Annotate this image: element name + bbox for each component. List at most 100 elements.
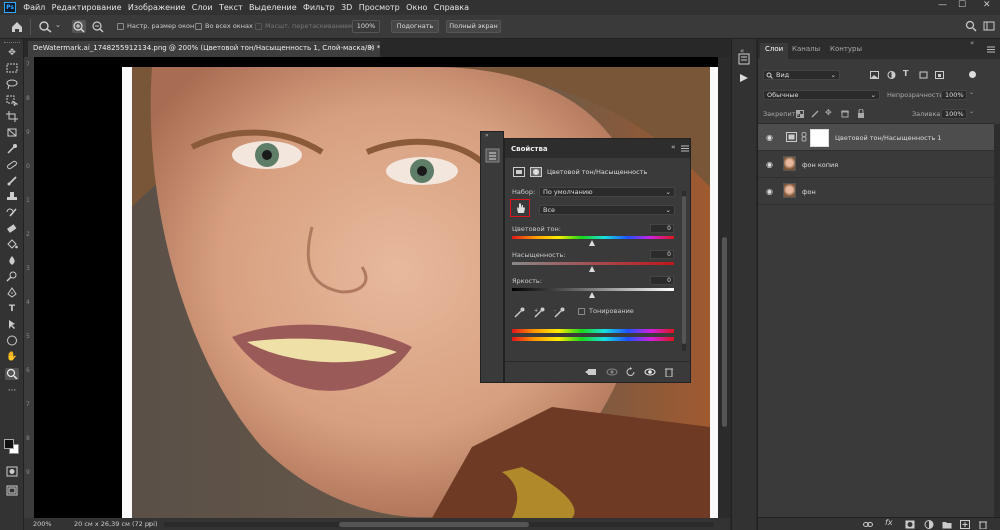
zoom-value-field[interactable]: 100% bbox=[352, 20, 380, 33]
tab-paths[interactable]: Контуры bbox=[830, 45, 862, 53]
zoom-tool-icon[interactable] bbox=[38, 20, 52, 33]
targeted-adjustment-hand-icon[interactable] bbox=[515, 202, 526, 214]
move-tool-icon[interactable]: ✥ bbox=[5, 47, 19, 59]
lock-pixels-icon[interactable] bbox=[811, 110, 819, 118]
layer-row-hue-saturation[interactable]: ◉ Цветовой тон/Насыщенность 1 bbox=[758, 124, 994, 151]
properties-scrollbar[interactable] bbox=[682, 191, 686, 351]
filter-pixel-icon[interactable] bbox=[870, 71, 879, 79]
layer-mask-icon[interactable] bbox=[530, 167, 542, 177]
view-previous-icon[interactable] bbox=[606, 367, 618, 377]
hue-value-field[interactable]: 0 bbox=[650, 224, 674, 233]
filter-toggle[interactable] bbox=[969, 71, 976, 78]
lasso-tool-icon[interactable] bbox=[5, 79, 19, 91]
opacity-field[interactable]: 100% bbox=[941, 90, 967, 100]
trash-icon[interactable] bbox=[663, 367, 675, 377]
hand-tool-icon[interactable]: ✋ bbox=[5, 351, 19, 363]
saturation-value-field[interactable]: 0 bbox=[650, 250, 674, 259]
chevron-down-icon[interactable]: ⌄ bbox=[969, 89, 974, 96]
menu-file[interactable]: Файл bbox=[20, 3, 48, 12]
clone-stamp-icon[interactable] bbox=[5, 191, 19, 203]
visibility-eye-icon[interactable] bbox=[644, 367, 656, 377]
history-brush-icon[interactable] bbox=[5, 207, 19, 219]
layer-name[interactable]: фон bbox=[802, 188, 816, 196]
status-zoom[interactable]: 200% bbox=[33, 520, 52, 528]
menu-select[interactable]: Выделение bbox=[246, 3, 300, 12]
menu-type[interactable]: Текст bbox=[216, 3, 246, 12]
panel-collapse-icon[interactable]: « bbox=[671, 143, 676, 151]
menu-layer[interactable]: Слои bbox=[189, 3, 216, 12]
lightness-slider-track[interactable] bbox=[512, 288, 674, 291]
menu-3d[interactable]: 3D bbox=[338, 3, 356, 12]
close-window-button[interactable]: ✕ bbox=[983, 0, 991, 10]
frame-tool-icon[interactable] bbox=[5, 127, 19, 139]
saturation-slider-thumb[interactable] bbox=[589, 266, 595, 272]
chain-link-icon[interactable] bbox=[801, 132, 807, 142]
fill-field[interactable]: 100% bbox=[941, 109, 967, 119]
status-arrow-icon[interactable]: › bbox=[148, 519, 151, 528]
pen-tool-icon[interactable] bbox=[5, 287, 19, 299]
menu-edit[interactable]: Редактирование bbox=[48, 3, 124, 12]
menu-window[interactable]: Окно bbox=[403, 3, 431, 12]
brush-tool-icon[interactable] bbox=[5, 175, 19, 187]
fill-screen-button[interactable]: Полный экран bbox=[446, 20, 501, 33]
eyedropper-tool-icon[interactable] bbox=[5, 143, 19, 155]
lightness-slider-thumb[interactable] bbox=[589, 292, 595, 298]
vertical-scrollbar[interactable] bbox=[718, 57, 730, 518]
search-icon[interactable] bbox=[965, 20, 977, 32]
healing-brush-icon[interactable] bbox=[5, 159, 19, 171]
lock-artboard-icon[interactable] bbox=[841, 110, 849, 118]
filter-shape-icon[interactable] bbox=[919, 71, 928, 79]
ellipse-tool-icon[interactable] bbox=[5, 335, 19, 347]
menu-view[interactable]: Просмотр bbox=[356, 3, 403, 12]
lightness-value-field[interactable]: 0 bbox=[650, 276, 674, 285]
layer-filter-select[interactable]: Вид ⌄ bbox=[763, 70, 840, 80]
document-tab[interactable]: DeWatermark.ai_1748255912134.png @ 200% … bbox=[28, 41, 380, 57]
close-tab-icon[interactable]: × bbox=[368, 43, 375, 52]
menu-image[interactable]: Изображение bbox=[125, 3, 189, 12]
eyedropper-add-icon[interactable]: + bbox=[534, 307, 545, 318]
fx-icon[interactable]: fx bbox=[885, 518, 893, 527]
panel-menu-icon[interactable] bbox=[987, 46, 995, 53]
layers-scrollbar[interactable] bbox=[994, 124, 1000, 519]
toolbar-grip[interactable] bbox=[4, 42, 20, 44]
layer-mask-thumbnail[interactable] bbox=[810, 129, 829, 147]
preset-select[interactable]: По умолчанию ⌄ bbox=[539, 187, 675, 197]
filter-type-icon[interactable]: T bbox=[903, 69, 908, 78]
type-tool-icon[interactable]: T bbox=[5, 303, 19, 315]
history-icon[interactable] bbox=[738, 53, 750, 65]
new-layer-icon[interactable] bbox=[960, 520, 970, 529]
reset-icon[interactable] bbox=[625, 367, 637, 377]
object-selection-tool-icon[interactable] bbox=[5, 95, 19, 107]
saturation-slider-track[interactable] bbox=[512, 262, 674, 265]
trash-icon[interactable] bbox=[978, 520, 988, 529]
new-group-icon[interactable] bbox=[942, 520, 952, 529]
maximize-button[interactable]: ☐ bbox=[958, 0, 966, 10]
horizontal-scrollbar[interactable] bbox=[164, 522, 714, 527]
blend-mode-select[interactable]: Обычные ⌄ bbox=[763, 90, 880, 100]
marquee-tool-icon[interactable] bbox=[5, 63, 19, 75]
blur-tool-icon[interactable] bbox=[5, 255, 19, 267]
home-icon[interactable] bbox=[10, 20, 24, 33]
menu-help[interactable]: Справка bbox=[431, 3, 473, 12]
resize-windows-checkbox[interactable] bbox=[117, 23, 124, 30]
foreground-color-swatch-top[interactable] bbox=[4, 439, 14, 449]
play-icon[interactable] bbox=[739, 73, 749, 83]
menu-filter[interactable]: Фильтр bbox=[300, 3, 338, 12]
visibility-eye-icon[interactable]: ◉ bbox=[765, 187, 774, 196]
layer-row-background[interactable]: ◉ фон bbox=[758, 178, 994, 205]
crop-tool-icon[interactable] bbox=[5, 111, 19, 123]
new-adjustment-icon[interactable] bbox=[924, 520, 934, 529]
eraser-tool-icon[interactable] bbox=[5, 223, 19, 235]
properties-panel-icon[interactable] bbox=[485, 148, 500, 163]
all-windows-checkbox[interactable] bbox=[195, 23, 202, 30]
eyedropper-subtract-icon[interactable]: - bbox=[554, 307, 565, 318]
lock-position-icon[interactable]: ✥ bbox=[825, 108, 832, 117]
path-selection-icon[interactable] bbox=[5, 319, 19, 331]
paint-bucket-icon[interactable] bbox=[5, 239, 19, 251]
layer-name[interactable]: фон копия bbox=[802, 161, 838, 169]
link-layers-icon[interactable] bbox=[863, 520, 873, 529]
panel-menu-icon[interactable] bbox=[681, 145, 689, 152]
scrubby-zoom-checkbox[interactable] bbox=[255, 23, 262, 30]
visibility-eye-icon[interactable]: ◉ bbox=[765, 160, 774, 169]
lock-transparent-icon[interactable] bbox=[796, 110, 804, 118]
